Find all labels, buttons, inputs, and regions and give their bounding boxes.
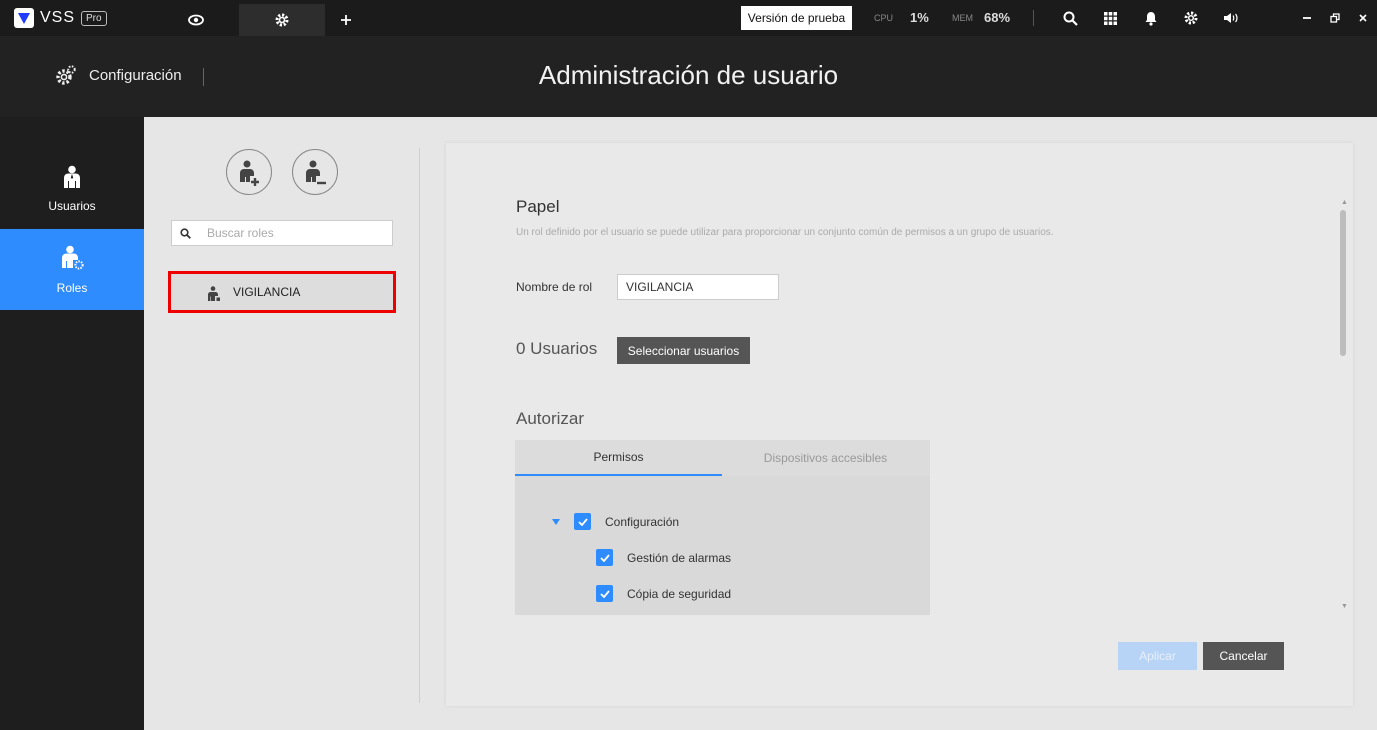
- notifications-button[interactable]: [1142, 9, 1160, 27]
- mem-value: 68%: [984, 10, 1011, 25]
- tab-liveview[interactable]: [153, 4, 239, 36]
- restore-button[interactable]: [1326, 9, 1344, 27]
- user-icon: [64, 165, 80, 188]
- role-search[interactable]: [171, 220, 393, 246]
- plus-icon: [341, 15, 351, 25]
- role-name: VIGILANCIA: [233, 285, 301, 299]
- eye-icon: [188, 14, 204, 26]
- mem-label: MEM: [952, 13, 973, 23]
- settings-button[interactable]: [1182, 9, 1200, 27]
- section-title: Papel: [516, 197, 560, 216]
- section-description: Un rol definido por el usuario se puede …: [516, 227, 1054, 238]
- speaker-icon: [1224, 13, 1238, 23]
- search-button[interactable]: [1061, 9, 1079, 27]
- scrollbar-thumb[interactable]: [1340, 210, 1346, 356]
- trial-version-button[interactable]: Versión de prueba: [741, 6, 852, 30]
- apply-button[interactable]: Aplicar: [1118, 642, 1197, 670]
- check-icon: [599, 553, 610, 562]
- permission-row-backup: Cópia de seguridad: [596, 585, 731, 602]
- pro-badge: Pro: [81, 10, 107, 26]
- minimize-button[interactable]: [1298, 9, 1316, 27]
- add-role-icon: [240, 160, 259, 186]
- volume-button[interactable]: [1222, 9, 1240, 27]
- permission-row-configuration: Configuración: [552, 513, 679, 530]
- permission-label: Gestión de alarmas: [627, 550, 732, 565]
- users-count: 0 Usuarios: [516, 339, 598, 358]
- scroll-up-arrow-icon[interactable]: ▲: [1341, 199, 1348, 206]
- restore-window-icon: [1330, 13, 1340, 23]
- grid-icon: [1103, 11, 1117, 25]
- role-search-input[interactable]: [207, 226, 387, 240]
- bell-icon: [1145, 11, 1157, 26]
- gear-icon: [275, 13, 289, 27]
- gear-icon: [1184, 11, 1198, 25]
- remove-role-button[interactable]: [292, 149, 338, 195]
- permission-row-alarm-management: Gestión de alarmas: [596, 549, 731, 566]
- sidebar-item-roles[interactable]: Roles: [0, 229, 144, 310]
- close-button[interactable]: [1354, 9, 1372, 27]
- layout-grid-button[interactable]: [1101, 9, 1119, 27]
- add-role-button[interactable]: [226, 149, 272, 195]
- panel-divider: [419, 148, 420, 703]
- permissions-panel: Permisos Dispositivos accesibles Configu…: [515, 440, 930, 615]
- minimize-icon: [1303, 17, 1311, 19]
- check-icon: [599, 589, 610, 598]
- role-list-item[interactable]: VIGILANCIA: [168, 271, 396, 313]
- check-icon: [577, 517, 588, 526]
- role-icon: [208, 286, 220, 301]
- permission-label: Cópia de seguridad: [627, 586, 732, 601]
- permissions-tabs: Permisos Dispositivos accesibles: [515, 440, 930, 476]
- role-editor: Papel Un rol definido por el usuario se …: [446, 143, 1353, 706]
- vivotek-logo-icon: [14, 8, 34, 28]
- search-icon: [1063, 11, 1078, 26]
- brand: VSS Pro: [14, 8, 107, 28]
- search-icon: [180, 227, 191, 239]
- cancel-button[interactable]: Cancelar: [1203, 642, 1284, 670]
- role-name-label: Nombre de rol: [516, 280, 593, 294]
- tab-add[interactable]: [303, 4, 389, 36]
- close-icon: [1359, 14, 1367, 22]
- checkbox-backup[interactable]: [596, 585, 613, 602]
- sidebar-item-users[interactable]: Usuarios: [0, 148, 144, 229]
- select-users-button[interactable]: Seleccionar usuarios: [617, 337, 750, 364]
- sidebar-item-label: Usuarios: [48, 198, 96, 213]
- tab-accessible-devices[interactable]: Dispositivos accesibles: [722, 440, 929, 476]
- page-header: Configuración Administración de usuario: [0, 36, 1377, 117]
- permission-label: Configuración: [605, 514, 680, 529]
- checkbox-alarm-management[interactable]: [596, 549, 613, 566]
- topbar-divider: [1033, 10, 1034, 26]
- remove-role-icon: [306, 160, 326, 185]
- page-title: Administración de usuario: [538, 60, 839, 90]
- cpu-value: 1%: [910, 10, 929, 25]
- role-name-input[interactable]: [617, 274, 779, 300]
- authorize-title: Autorizar: [516, 409, 585, 428]
- role-icon: [62, 245, 84, 270]
- sidebar-item-label: Roles: [56, 280, 88, 295]
- scroll-down-arrow-icon[interactable]: ▼: [1341, 603, 1348, 610]
- cpu-label: CPU: [874, 13, 894, 23]
- roles-panel: VIGILANCIA: [144, 117, 420, 730]
- sidebar: Usuarios Roles: [0, 117, 144, 730]
- top-bar: VSS Pro Versión de prueba CPU 1% MEM 68%: [0, 0, 1377, 36]
- checkbox-configuration[interactable]: [574, 513, 591, 530]
- tab-permissions[interactable]: Permisos: [515, 440, 722, 476]
- expand-caret-icon[interactable]: [552, 518, 560, 525]
- brand-name: VSS: [40, 9, 76, 26]
